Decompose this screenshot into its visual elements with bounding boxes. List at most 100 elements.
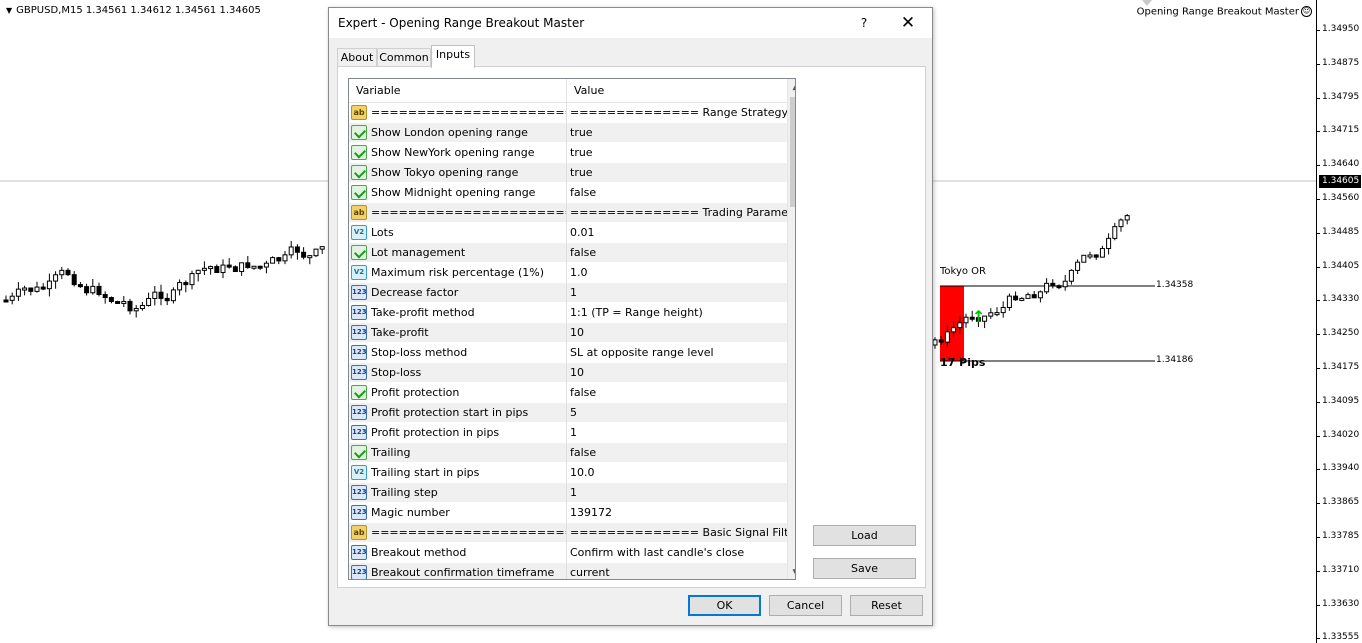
- current-price-label: 1.34605: [1319, 175, 1361, 188]
- value-cell[interactable]: Confirm with last candle's close: [567, 543, 787, 563]
- reset-button[interactable]: Reset: [850, 595, 923, 616]
- price-axis[interactable]: 1.34950 1.34875 1.34795 1.34715 1.34640 1.345…: [1315, 0, 1362, 643]
- price-tick-label: 1.33785: [1315, 531, 1360, 541]
- chart-menu-triangle-icon[interactable]: ▼: [6, 6, 12, 15]
- int-type-icon: 123: [351, 545, 367, 560]
- value-cell[interactable]: true: [567, 123, 787, 143]
- cancel-button[interactable]: Cancel: [769, 595, 842, 616]
- table-row[interactable]: Lot management false: [349, 243, 787, 263]
- value-cell[interactable]: 10: [567, 363, 787, 383]
- variable-cell: V2 Lots: [349, 223, 567, 243]
- ab-type-icon: ab: [351, 205, 367, 220]
- value-cell[interactable]: false: [567, 383, 787, 403]
- scroll-down-icon[interactable]: ▼: [788, 565, 795, 579]
- table-row[interactable]: V2 Lots 0.01: [349, 223, 787, 243]
- variable-cell: 123 Stop-loss method: [349, 343, 567, 363]
- tab-common[interactable]: Common: [377, 48, 431, 67]
- table-row[interactable]: ab ======================================…: [349, 523, 787, 543]
- candle-body: [288, 246, 294, 256]
- variable-name: ================================: [371, 526, 566, 539]
- scroll-thumb[interactable]: [790, 97, 795, 207]
- table-row[interactable]: ab ======================================…: [349, 203, 787, 223]
- table-row[interactable]: V2 Trailing start in pips 10.0: [349, 463, 787, 483]
- value-cell[interactable]: 10.0: [567, 463, 787, 483]
- value-cell[interactable]: 139172: [567, 503, 787, 523]
- value-cell[interactable]: ============== Range Strategy Settings..…: [567, 103, 787, 123]
- variable-name: Breakout method: [371, 546, 467, 559]
- value-cell[interactable]: 5: [567, 403, 787, 423]
- ok-button[interactable]: OK: [688, 595, 761, 616]
- value-cell[interactable]: true: [567, 163, 787, 183]
- variable-cell: 123 Trailing step: [349, 483, 567, 503]
- variable-cell: Profit protection: [349, 383, 567, 403]
- table-row[interactable]: 123 Profit protection start in pips 5: [349, 403, 787, 423]
- table-row[interactable]: ab ======================================…: [349, 103, 787, 123]
- value-cell[interactable]: ============== Trading Parameters ===...: [567, 203, 787, 223]
- table-row[interactable]: 123 Breakout confirmation timeframe curren…: [349, 563, 787, 579]
- value-cell[interactable]: 0.01: [567, 223, 787, 243]
- candle-body: [170, 289, 176, 302]
- value-cell[interactable]: true: [567, 143, 787, 163]
- variable-name: Profit protection in pips: [371, 426, 500, 439]
- variable-name: Lot management: [371, 246, 466, 259]
- value-cell[interactable]: 1.0: [567, 263, 787, 283]
- table-row[interactable]: 123 Stop-loss 10: [349, 363, 787, 383]
- candle-body: [938, 339, 944, 343]
- candle-body: [1062, 280, 1068, 288]
- inputs-panel: Variable Value ab ===================== ==…: [337, 66, 926, 588]
- table-row[interactable]: 123 Take-profit 10: [349, 323, 787, 343]
- column-header-value[interactable]: Value: [567, 79, 787, 103]
- load-button[interactable]: Load: [813, 525, 916, 546]
- table-row[interactable]: V2 Maximum risk percentage (1%) 1.0: [349, 263, 787, 283]
- candle-body: [1050, 282, 1056, 287]
- value-cell[interactable]: false: [567, 443, 787, 463]
- table-row[interactable]: 123 Profit protection in pips 1: [349, 423, 787, 443]
- value-cell[interactable]: false: [567, 183, 787, 203]
- table-row[interactable]: 123 Decrease factor 1: [349, 283, 787, 303]
- symbol-ohlc: GBPUSD,M15 1.34561 1.34612 1.34561 1.346…: [16, 5, 261, 16]
- candle-body: [189, 273, 195, 286]
- table-row[interactable]: Trailing false: [349, 443, 787, 463]
- table-row[interactable]: Show Tokyo opening range true: [349, 163, 787, 183]
- close-icon[interactable]: ✕: [895, 12, 921, 34]
- candle-body: [139, 304, 145, 310]
- table-row[interactable]: 123 Trailing step 1: [349, 483, 787, 503]
- candle-body: [313, 248, 319, 257]
- table-row[interactable]: 123 Stop-loss method SL at opposite range …: [349, 343, 787, 363]
- int-type-icon: 123: [351, 285, 367, 300]
- table-row[interactable]: 123 Take-profit method 1:1 (TP = Range hei…: [349, 303, 787, 323]
- range-pips-label: 17 Pips: [940, 356, 986, 369]
- int-type-icon: 123: [351, 405, 367, 420]
- value-cell[interactable]: ============== Basic Signal Filters ====…: [567, 523, 787, 543]
- smiley-icon[interactable]: ☺: [1301, 6, 1312, 17]
- tab-inputs[interactable]: Inputs: [431, 45, 475, 68]
- tab-about[interactable]: About: [337, 48, 377, 67]
- candle-body: [294, 246, 300, 253]
- scroll-up-icon[interactable]: ▲: [788, 79, 795, 95]
- variable-cell: Trailing: [349, 443, 567, 463]
- column-header-variable[interactable]: Variable: [349, 79, 567, 103]
- value-cell[interactable]: 1: [567, 283, 787, 303]
- table-row[interactable]: Show NewYork opening range true: [349, 143, 787, 163]
- dialog-titlebar[interactable]: Expert - Opening Range Breakout Master ?…: [329, 8, 932, 38]
- value-cell[interactable]: 1: [567, 483, 787, 503]
- table-row[interactable]: Show London opening range true: [349, 123, 787, 143]
- int-type-icon: 123: [351, 365, 367, 380]
- table-scrollbar[interactable]: ▲ ▼: [787, 79, 795, 579]
- table-row[interactable]: Profit protection false: [349, 383, 787, 403]
- candle-body: [1081, 254, 1087, 263]
- candle-body: [1044, 282, 1050, 293]
- table-row[interactable]: Show Midnight opening range false: [349, 183, 787, 203]
- help-button[interactable]: ?: [851, 14, 877, 34]
- table-row[interactable]: 123 Magic number 139172: [349, 503, 787, 523]
- value-cell[interactable]: 1: [567, 423, 787, 443]
- value-cell[interactable]: current: [567, 563, 787, 579]
- candle-body: [133, 308, 139, 312]
- save-button[interactable]: Save: [813, 558, 916, 579]
- int-type-icon: 123: [351, 425, 367, 440]
- value-cell[interactable]: 1:1 (TP = Range height): [567, 303, 787, 323]
- value-cell[interactable]: 10: [567, 323, 787, 343]
- value-cell[interactable]: false: [567, 243, 787, 263]
- table-row[interactable]: 123 Breakout method Confirm with last cand…: [349, 543, 787, 563]
- value-cell[interactable]: SL at opposite range level: [567, 343, 787, 363]
